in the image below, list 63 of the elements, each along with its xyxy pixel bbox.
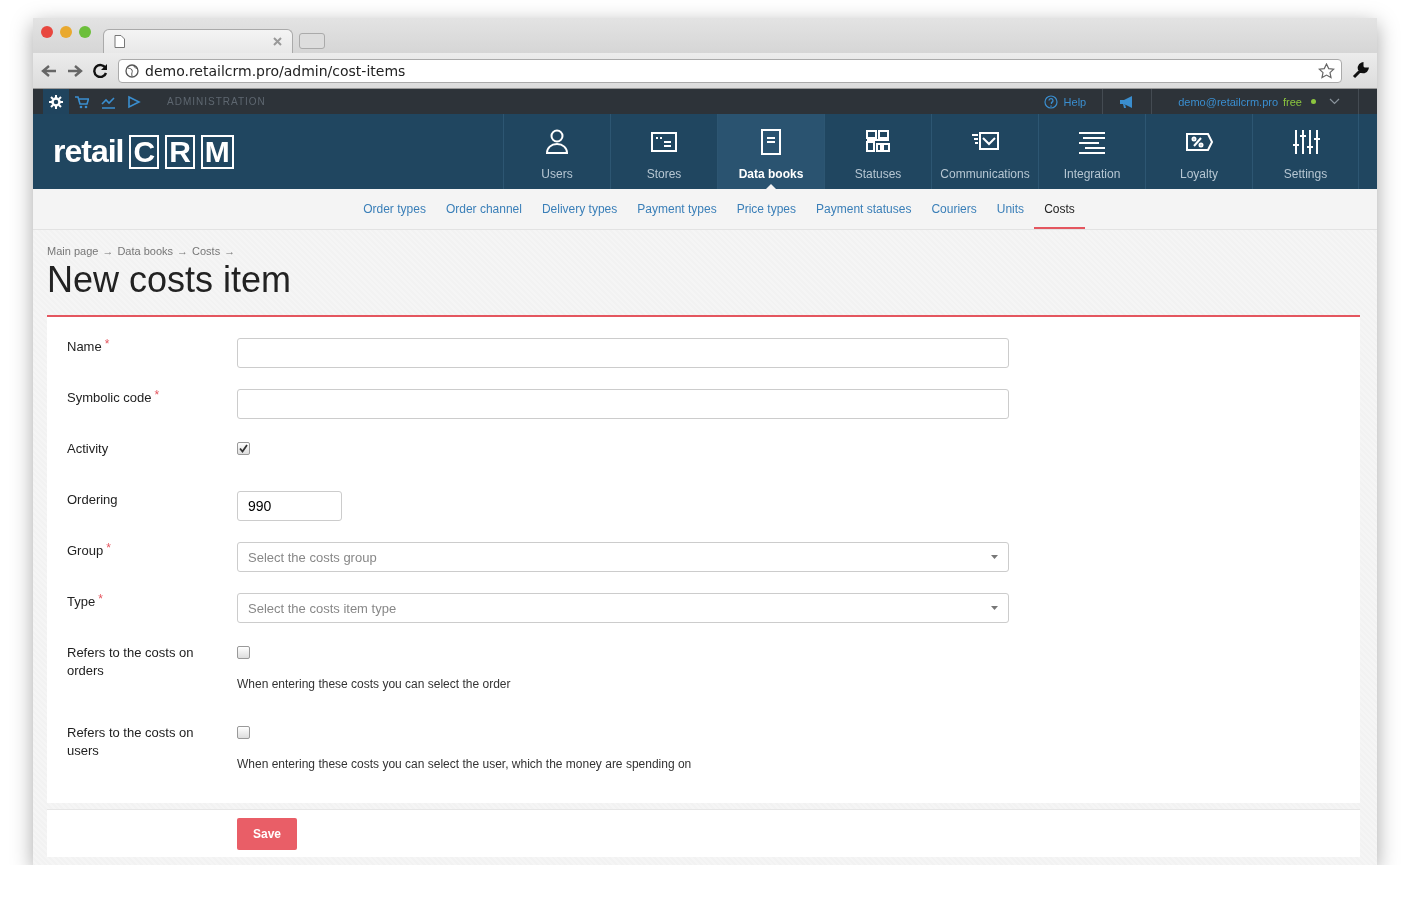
caret-icon	[991, 555, 998, 559]
checkbox[interactable]	[237, 646, 250, 659]
browser-tab[interactable]	[103, 29, 293, 53]
text-field[interactable]	[237, 389, 1009, 419]
subnav-link[interactable]: Order channel	[435, 189, 532, 229]
maximize-window-icon[interactable]	[79, 25, 91, 38]
wrench-icon	[1352, 62, 1369, 79]
breadcrumb-separator: →	[102, 245, 114, 257]
select-field[interactable]: Select the costs item type	[237, 593, 1009, 623]
breadcrumb-link[interactable]: Costs	[192, 245, 221, 257]
url-text: demo.retailcrm.pro/admin/cost-items	[145, 62, 406, 79]
field-hint: When entering these costs you can select the order	[237, 677, 512, 691]
subnav-link[interactable]: Price types	[726, 189, 807, 229]
checkbox[interactable]	[237, 442, 250, 455]
field-hint: When entering these costs you can select the user, which the money are spending on	[237, 757, 693, 771]
field-label: Name	[67, 338, 102, 356]
required-mark: *	[98, 591, 103, 608]
close-icon	[273, 37, 282, 46]
required-mark: *	[106, 540, 111, 557]
subnav-link[interactable]: Payment statuses	[806, 189, 922, 229]
subnav-link[interactable]: Delivery types	[531, 189, 628, 229]
caret-icon	[991, 606, 998, 610]
page-icon	[114, 35, 125, 48]
save-button[interactable]: Save	[237, 818, 298, 850]
online-status-icon	[1311, 99, 1316, 104]
minimize-window-icon[interactable]	[60, 25, 72, 38]
breadcrumb-link[interactable]: Main page	[47, 245, 99, 257]
new-tab-button[interactable]	[299, 33, 325, 49]
field-label: Type	[67, 593, 96, 611]
chevron-down-icon	[1329, 98, 1340, 105]
subnav-link[interactable]: Units	[986, 189, 1035, 229]
field-label: Refers to the costs on users	[67, 724, 195, 760]
star-icon	[1318, 62, 1335, 79]
logo[interactable]: retail C R M	[33, 114, 503, 189]
checkbox[interactable]	[237, 726, 250, 739]
page-title: New costs item	[47, 259, 293, 301]
subnav-link[interactable]: Payment types	[627, 189, 727, 229]
close-window-icon[interactable]	[41, 25, 53, 38]
number-field[interactable]: 990	[237, 491, 342, 521]
help-icon	[1043, 94, 1058, 109]
nav-tab[interactable]: Data books	[717, 114, 824, 189]
required-mark: *	[104, 336, 110, 353]
text-field[interactable]	[237, 338, 1009, 368]
field-label: Ordering	[67, 491, 119, 509]
back-icon	[41, 63, 57, 78]
field-label: Symbolic code	[67, 389, 152, 407]
plan-label: free	[1283, 95, 1302, 108]
forward-icon	[67, 63, 83, 78]
subnav-link[interactable]: Order types	[353, 189, 436, 229]
user-email-link[interactable]: demo@retailcrm.pro	[1178, 95, 1279, 108]
breadcrumb-link[interactable]: Data books	[117, 245, 174, 257]
subnav-link[interactable]: Couriers	[921, 189, 987, 229]
field-label: Refers to the costs on orders	[67, 644, 195, 680]
select-field[interactable]: Select the costs group	[237, 542, 1009, 572]
reload-icon	[93, 63, 108, 78]
breadcrumb-separator: →	[177, 245, 189, 257]
field-label: Activity	[67, 440, 110, 458]
breadcrumb-separator: →	[224, 245, 236, 257]
globe-icon	[125, 63, 139, 78]
gear-icon[interactable]	[43, 89, 69, 114]
required-mark: *	[154, 387, 160, 404]
field-label: Group	[67, 542, 104, 560]
address-bar[interactable]: demo.retailcrm.pro/admin/cost-items	[118, 58, 1342, 83]
